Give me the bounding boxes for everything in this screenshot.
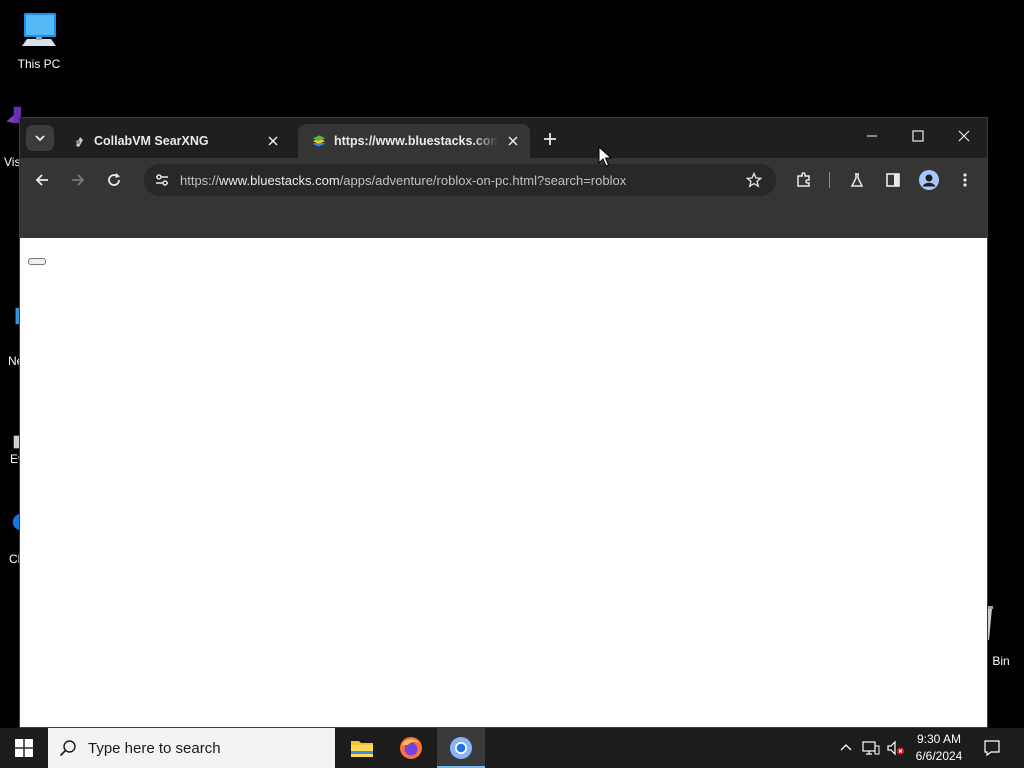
bluestacks-icon [312,134,326,148]
tab-collabvm-searxng[interactable]: CollabVM SearXNG [58,124,290,158]
computer-icon [22,13,56,46]
start-button[interactable] [0,728,48,768]
tab-bluestacks[interactable]: https://www.bluestacks.com/apps/adventur… [298,124,530,158]
clock-date: 6/6/2024 [915,749,963,763]
minimize-button[interactable] [849,118,895,154]
maximize-icon [912,130,924,142]
chevron-down-icon [35,135,45,142]
page-placeholder-button[interactable] [28,258,46,265]
volume-muted-icon [887,740,904,756]
searxng-icon [72,134,86,148]
notifications-button[interactable] [976,728,1008,768]
side-panel-icon [886,173,900,187]
minimize-icon [867,135,877,137]
browser-toolbar: https://www.bluestacks.com/apps/adventur… [20,158,987,202]
taskbar: Type here to search 9:30 AM 6/6/2024 [0,728,1024,768]
search-placeholder: Type here to search [88,739,221,757]
chevron-up-icon [840,744,852,751]
site-info-button[interactable] [148,166,176,194]
url-host: www.bluestacks.com [219,172,340,188]
mouse-cursor-icon [598,146,612,167]
flask-icon [850,173,864,187]
toolbar-divider [829,172,830,188]
arrow-right-icon [72,174,85,186]
back-button[interactable] [28,166,56,194]
network-tray-button[interactable] [860,728,882,768]
reload-icon [108,173,120,186]
avatar-icon [919,170,939,190]
extensions-button[interactable] [790,166,818,194]
firefox-taskbar-button[interactable] [387,728,435,768]
tab-strip: CollabVM SearXNG https://www.bluestacks.… [20,118,987,158]
plus-icon [544,133,556,145]
taskbar-search-box[interactable]: Type here to search [48,728,335,768]
tab-title: https://www.bluestacks.com/apps/adventur… [334,134,498,148]
notification-icon [984,740,1000,757]
show-hidden-icons-button[interactable] [836,728,856,768]
file-explorer-taskbar-button[interactable] [338,728,386,768]
desktop-icon-label: This PC [17,57,61,71]
side-panel-button[interactable] [879,166,907,194]
chrome-icon [450,737,472,759]
volume-tray-button[interactable] [885,728,907,768]
labs-button[interactable] [843,166,871,194]
url-scheme: https:// [180,172,220,188]
puzzle-icon [797,172,810,187]
chrome-taskbar-button[interactable] [437,728,485,768]
close-window-button[interactable] [941,118,987,154]
bookmarks-bar [20,202,987,239]
close-icon [958,130,970,142]
taskbar-clock[interactable]: 9:30 AM 6/6/2024 [908,731,970,765]
browser-menu-button[interactable] [951,166,979,194]
close-tab-icon[interactable] [502,130,524,152]
windows-logo-icon [15,739,33,757]
page-viewport [20,238,987,727]
network-monitor-icon [862,741,880,755]
url-path: /apps/adventure/roblox-on-pc.html?search… [339,172,627,188]
this-pc-desktop-icon[interactable]: This PC [8,10,70,71]
forward-button[interactable] [64,166,92,194]
search-icon [48,739,88,757]
reload-button[interactable] [100,166,128,194]
more-vertical-icon [963,173,967,187]
new-tab-button[interactable] [538,127,562,151]
tune-icon [156,174,168,186]
tab-search-button[interactable] [26,125,54,151]
maximize-button[interactable] [895,118,941,154]
profile-button[interactable] [915,166,943,194]
clock-time: 9:30 AM [916,732,962,746]
address-bar[interactable]: https://www.bluestacks.com/apps/adventur… [144,164,776,196]
bookmark-star-button[interactable] [740,166,768,194]
firefox-icon [400,737,422,759]
url-text[interactable]: https://www.bluestacks.com/apps/adventur… [180,173,740,188]
arrow-left-icon [35,174,48,186]
tab-title: CollabVM SearXNG [94,134,209,148]
close-tab-icon[interactable] [262,130,284,152]
folder-icon [351,741,373,757]
browser-window: CollabVM SearXNG https://www.bluestacks.… [19,117,988,728]
star-icon [746,172,762,188]
